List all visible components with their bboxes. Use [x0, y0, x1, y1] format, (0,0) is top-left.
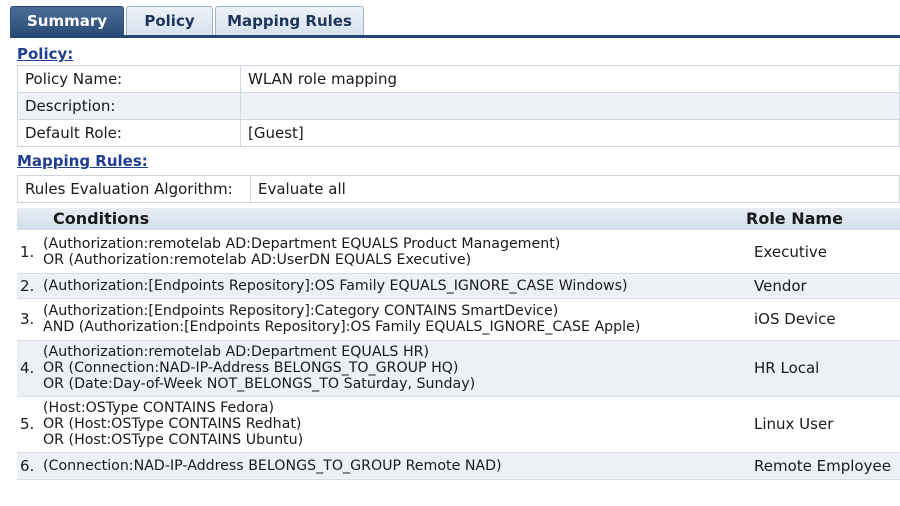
rule-role: iOS Device: [744, 298, 900, 341]
description-label: Description:: [17, 92, 241, 120]
description-row: Description:: [17, 92, 900, 120]
rule-row: 6. (Connection:NAD-IP-Address BELONGS_TO…: [17, 452, 900, 480]
rule-row: 4. (Authorization:remotelab AD:Departmen…: [17, 340, 900, 397]
tab-bar: Summary Policy Mapping Rules: [0, 0, 900, 38]
rule-conditions: (Host:OSType CONTAINS Fedora) OR (Host:O…: [41, 396, 744, 453]
tab-summary[interactable]: Summary: [10, 6, 124, 35]
algorithm-value: Evaluate all: [250, 175, 900, 203]
rule-row: 3. (Authorization:[Endpoints Repository]…: [17, 298, 900, 341]
conditions-header: Conditions: [53, 209, 150, 228]
policy-name-row: Policy Name: WLAN role mapping: [17, 65, 900, 93]
rule-conditions: (Authorization:[Endpoints Repository]:Ca…: [41, 298, 744, 341]
policy-table: Policy Name: WLAN role mapping Descripti…: [17, 65, 900, 147]
condition-line: (Host:OSType CONTAINS Fedora): [43, 400, 275, 416]
rule-role: HR Local: [744, 340, 900, 397]
condition-line: (Authorization:[Endpoints Repository]:OS…: [43, 277, 628, 294]
rule-role: Vendor: [744, 273, 900, 299]
condition-line: AND (Authorization:[Endpoints Repository…: [43, 319, 641, 335]
rule-role: Linux User: [744, 396, 900, 453]
algorithm-table: Rules Evaluation Algorithm: Evaluate all: [17, 175, 900, 203]
rule-number: 1.: [17, 231, 41, 274]
rule-number: 4.: [17, 340, 41, 397]
condition-line: OR (Host:OSType CONTAINS Redhat): [43, 416, 302, 432]
rule-conditions: (Authorization:remotelab AD:Department E…: [41, 340, 744, 397]
condition-line: (Connection:NAD-IP-Address BELONGS_TO_GR…: [43, 457, 502, 474]
rule-number: 6.: [17, 452, 41, 480]
condition-line: (Authorization:remotelab AD:Department E…: [43, 344, 430, 360]
rules-header: Conditions Role Name: [17, 208, 900, 230]
tab-policy[interactable]: Policy: [126, 6, 213, 35]
condition-line: OR (Host:OSType CONTAINS Ubuntu): [43, 432, 304, 448]
rule-number: 3.: [17, 298, 41, 341]
default-role-label: Default Role:: [17, 119, 241, 147]
rule-row: 5. (Host:OSType CONTAINS Fedora) OR (Hos…: [17, 396, 900, 453]
rule-role: Executive: [744, 231, 900, 274]
condition-line: (Authorization:remotelab AD:Department E…: [43, 235, 561, 252]
rule-conditions: (Authorization:[Endpoints Repository]:OS…: [41, 273, 744, 299]
rules-table: 1. (Authorization:remotelab AD:Departmen…: [17, 231, 900, 480]
rule-conditions: (Connection:NAD-IP-Address BELONGS_TO_GR…: [41, 452, 744, 480]
mapping-rules-section-link[interactable]: Mapping Rules:: [17, 152, 148, 170]
rule-conditions: (Authorization:remotelab AD:Department E…: [41, 231, 744, 274]
rule-number: 2.: [17, 273, 41, 299]
rule-row: 2. (Authorization:[Endpoints Repository]…: [17, 273, 900, 299]
condition-line: OR (Date:Day-of-Week NOT_BELONGS_TO Satu…: [43, 376, 476, 392]
tab-underline: [10, 35, 900, 38]
policy-name-value: WLAN role mapping: [240, 65, 900, 93]
role-name-header: Role Name: [746, 209, 843, 228]
algorithm-row: Rules Evaluation Algorithm: Evaluate all: [17, 175, 900, 203]
default-role-row: Default Role: [Guest]: [17, 119, 900, 147]
condition-line: OR (Connection:NAD-IP-Address BELONGS_TO…: [43, 360, 459, 376]
rule-number: 5.: [17, 396, 41, 453]
default-role-value: [Guest]: [240, 119, 900, 147]
policy-name-label: Policy Name:: [17, 65, 241, 93]
rule-row: 1. (Authorization:remotelab AD:Departmen…: [17, 231, 900, 274]
tab-mapping-rules[interactable]: Mapping Rules: [215, 6, 364, 35]
policy-section-link[interactable]: Policy:: [17, 45, 73, 63]
rule-role: Remote Employee: [744, 452, 900, 480]
description-value: [240, 92, 900, 120]
condition-line: OR (Authorization:remotelab AD:UserDN EQ…: [43, 251, 472, 268]
algorithm-label: Rules Evaluation Algorithm:: [17, 175, 251, 203]
condition-line: (Authorization:[Endpoints Repository]:Ca…: [43, 303, 559, 319]
